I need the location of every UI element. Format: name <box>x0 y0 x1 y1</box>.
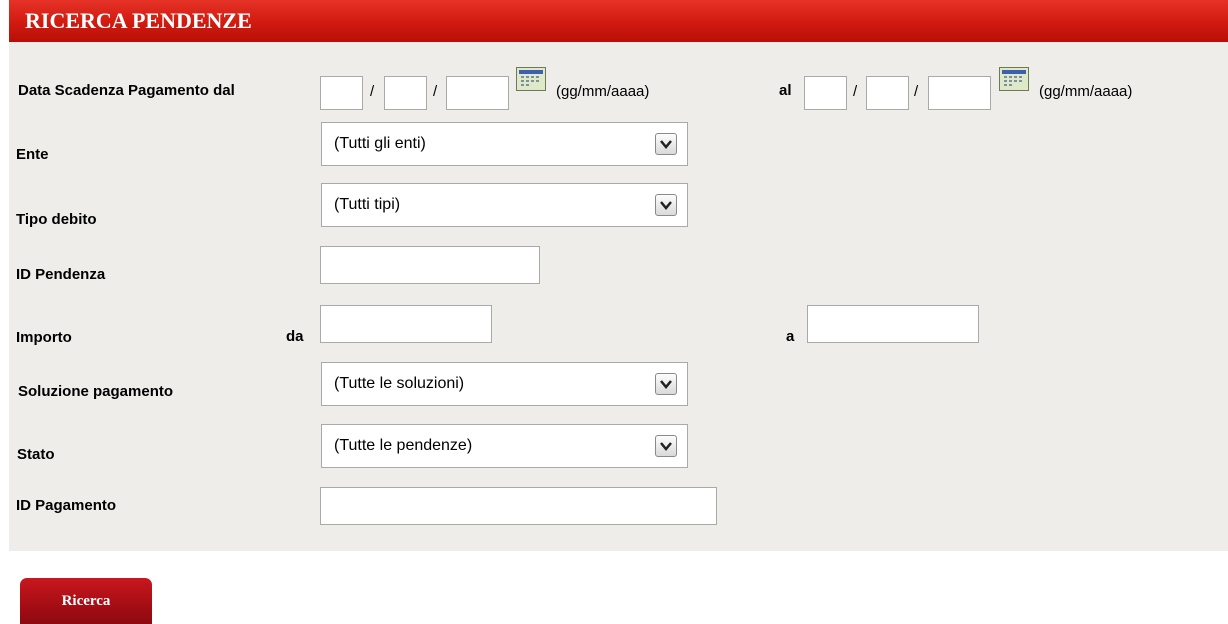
stato-label: Stato <box>17 446 55 463</box>
chevron-down-icon[interactable] <box>655 194 677 216</box>
tipo-debito-label: Tipo debito <box>16 211 97 228</box>
stato-select[interactable]: (Tutte le pendenze) <box>321 424 688 468</box>
date-format-hint: (gg/mm/aaaa) <box>1039 83 1133 100</box>
al-day-input[interactable] <box>804 76 847 110</box>
date-separator: / <box>433 83 438 100</box>
id-pagamento-input[interactable] <box>320 487 717 525</box>
page-title: RICERCA PENDENZE <box>25 8 252 33</box>
chevron-down-icon[interactable] <box>655 435 677 457</box>
id-pendenza-input[interactable] <box>320 246 540 284</box>
page-header: RICERCA PENDENZE <box>9 0 1228 42</box>
dal-year-input[interactable] <box>446 76 509 110</box>
importo-a-label: a <box>786 328 795 345</box>
importo-da-label: da <box>286 328 304 345</box>
soluzione-pagamento-label: Soluzione pagamento <box>18 383 174 400</box>
data-scadenza-label: Data Scadenza Pagamento dal <box>18 82 235 99</box>
al-year-input[interactable] <box>928 76 991 110</box>
date-format-hint: (gg/mm/aaaa) <box>556 83 650 100</box>
importo-label: Importo <box>16 329 72 346</box>
ente-select[interactable]: (Tutti gli enti) <box>321 122 688 166</box>
al-month-input[interactable] <box>866 76 909 110</box>
search-button[interactable]: Ricerca <box>20 578 152 624</box>
date-separator: / <box>914 83 919 100</box>
date-separator: / <box>370 83 375 100</box>
al-label: al <box>779 82 792 99</box>
chevron-down-icon[interactable] <box>655 133 677 155</box>
calendar-icon[interactable] <box>516 67 546 91</box>
id-pendenza-label: ID Pendenza <box>16 266 106 283</box>
tipo-debito-select[interactable]: (Tutti tipi) <box>321 183 688 227</box>
soluzione-pagamento-select[interactable]: (Tutte le soluzioni) <box>321 362 688 406</box>
tipo-debito-select-value: (Tutti tipi) <box>334 196 401 213</box>
soluzione-pagamento-select-value: (Tutte le soluzioni) <box>334 375 465 392</box>
stato-select-value: (Tutte le pendenze) <box>334 437 473 454</box>
dal-day-input[interactable] <box>320 76 363 110</box>
importo-da-input[interactable] <box>320 305 492 343</box>
ente-label: Ente <box>16 146 49 163</box>
chevron-down-icon[interactable] <box>655 373 677 395</box>
calendar-icon[interactable] <box>999 67 1029 91</box>
id-pagamento-label: ID Pagamento <box>16 497 117 514</box>
date-separator: / <box>853 83 858 100</box>
dal-month-input[interactable] <box>384 76 427 110</box>
ente-select-value: (Tutti gli enti) <box>334 135 426 152</box>
search-form-panel <box>9 42 1228 551</box>
importo-a-input[interactable] <box>807 305 979 343</box>
